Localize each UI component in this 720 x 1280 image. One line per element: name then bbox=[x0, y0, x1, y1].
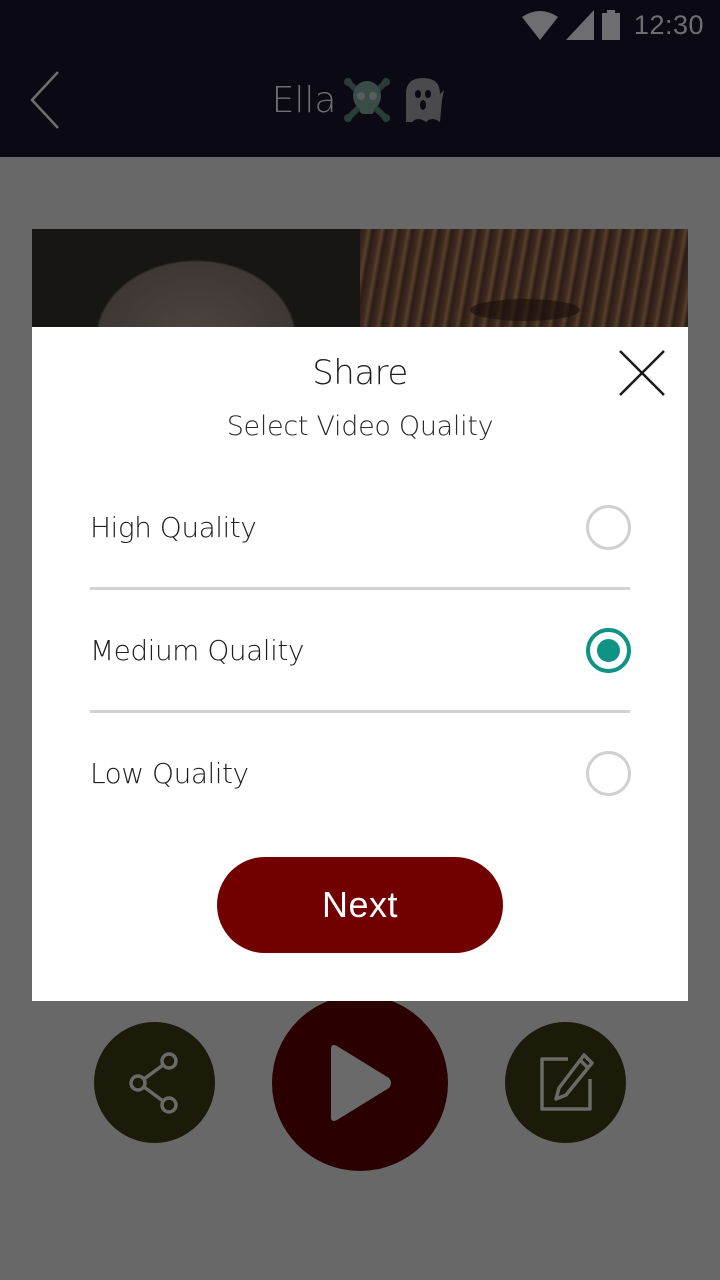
action-bar bbox=[0, 995, 720, 1175]
edit-button[interactable] bbox=[505, 1022, 626, 1143]
option-label: High Quality bbox=[90, 510, 257, 544]
divider bbox=[90, 710, 630, 713]
app-title: Ella bbox=[0, 76, 720, 124]
share-dialog: Share Select Video Quality High Quality … bbox=[32, 327, 688, 1001]
next-button[interactable]: Next bbox=[217, 857, 503, 953]
share-button[interactable] bbox=[94, 1022, 215, 1143]
skull-crossbones-icon bbox=[344, 78, 391, 122]
wifi-icon bbox=[521, 11, 558, 40]
option-label: Low Quality bbox=[90, 756, 249, 790]
play-button[interactable] bbox=[272, 995, 448, 1171]
radio-high-quality[interactable] bbox=[586, 504, 631, 550]
option-high-quality[interactable]: High Quality bbox=[90, 477, 631, 577]
battery-icon bbox=[601, 10, 620, 40]
thumbnail-left bbox=[32, 229, 360, 329]
option-low-quality[interactable]: Low Quality bbox=[90, 723, 631, 823]
dialog-title: Share bbox=[312, 353, 408, 393]
thumbnail-right bbox=[360, 229, 688, 329]
close-button[interactable] bbox=[616, 347, 668, 399]
radio-low-quality[interactable] bbox=[586, 750, 631, 796]
dialog-subtitle: Select Video Quality bbox=[226, 411, 494, 442]
status-bar: 12:30 bbox=[0, 0, 720, 50]
share-icon bbox=[128, 1051, 178, 1114]
contact-name: Ella bbox=[271, 79, 337, 121]
app-bar: Ella bbox=[0, 50, 720, 157]
edit-icon bbox=[539, 1052, 594, 1111]
video-thumbnails bbox=[32, 229, 688, 329]
ghost-icon bbox=[406, 78, 445, 122]
close-icon bbox=[619, 350, 665, 396]
status-time: 12:30 bbox=[633, 9, 704, 40]
play-icon bbox=[331, 1045, 391, 1121]
option-label: Medium Quality bbox=[90, 633, 304, 667]
divider bbox=[90, 587, 630, 590]
status-icons: 12:30 bbox=[521, 6, 704, 44]
option-medium-quality[interactable]: Medium Quality bbox=[90, 600, 631, 700]
cell-signal-icon bbox=[565, 10, 594, 40]
radio-medium-quality[interactable] bbox=[586, 627, 631, 673]
